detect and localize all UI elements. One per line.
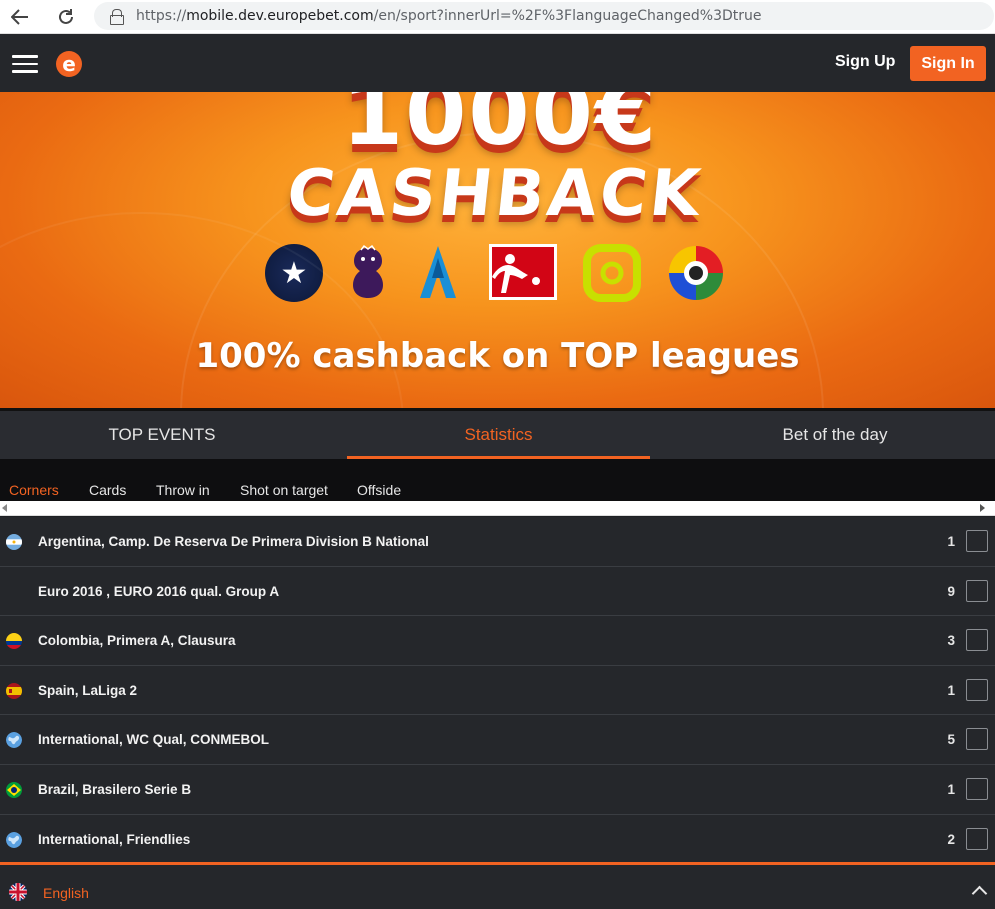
league-row[interactable]: Argentina, Camp. De Reserva De Primera D… <box>0 517 995 567</box>
back-arrow-icon[interactable] <box>2 0 38 34</box>
league-checkbox[interactable] <box>966 579 988 602</box>
league-name: International, WC Qual, CONMEBOL <box>38 732 270 748</box>
main-tabs: TOP EVENTS Statistics Bet of the day <box>0 408 995 459</box>
league-checkbox[interactable] <box>966 678 988 701</box>
league-checkbox[interactable] <box>966 777 988 800</box>
league-row[interactable]: International, WC Qual, CONMEBOL 5 <box>0 715 995 765</box>
ligue-1-logo <box>583 244 641 302</box>
league-checkbox[interactable] <box>966 728 988 751</box>
chevron-up-icon[interactable] <box>971 885 988 902</box>
scroll-right-arrow-icon[interactable] <box>980 504 985 512</box>
europebet-logo[interactable]: e <box>56 51 82 77</box>
scroll-left-arrow-icon[interactable] <box>2 504 7 512</box>
league-count: 5 <box>947 732 955 748</box>
horizontal-scrollbar[interactable] <box>0 501 995 516</box>
league-name: Euro 2016 , EURO 2016 qual. Group A <box>38 583 280 599</box>
sign-up-button[interactable]: Sign Up <box>835 53 895 71</box>
league-count: 1 <box>947 781 955 797</box>
league-count: 3 <box>947 633 955 649</box>
colombia-flag-icon <box>6 633 22 650</box>
statistics-sub-tabs: Corners Cards Throw in Shot on target Of… <box>0 459 995 501</box>
banner-tagline: 100% cashback on TOP leagues <box>195 336 800 376</box>
sub-tab-throw-in[interactable]: Throw in <box>156 482 210 498</box>
tab-statistics[interactable]: Statistics <box>347 411 650 459</box>
bundesliga-logo <box>489 244 557 300</box>
league-name: Colombia, Primera A, Clausura <box>38 633 236 649</box>
uk-flag-icon <box>9 883 27 901</box>
league-name: Spain, LaLiga 2 <box>38 682 138 698</box>
tab-bet-of-the-day[interactable]: Bet of the day <box>675 411 995 459</box>
league-row[interactable]: Brazil, Brasilero Serie B 1 <box>0 764 995 815</box>
league-count: 1 <box>947 682 955 698</box>
premier-league-logo <box>353 244 383 298</box>
banner-headline: CASHBACK <box>283 157 707 231</box>
league-row[interactable]: International, Friendlies 2 <box>0 814 995 865</box>
app-header: e Sign Up Sign In <box>0 34 995 92</box>
league-checkbox[interactable] <box>966 530 988 552</box>
sub-tab-shot-on-target[interactable]: Shot on target <box>240 482 328 498</box>
lock-icon <box>110 9 124 25</box>
tab-top-events[interactable]: TOP EVENTS <box>0 411 324 459</box>
sub-tab-cards[interactable]: Cards <box>89 482 126 498</box>
sub-tab-offside[interactable]: Offside <box>357 482 401 498</box>
league-logos: ★ <box>265 244 735 306</box>
globe-icon <box>6 732 22 749</box>
laliga-logo <box>669 246 723 300</box>
brazil-flag-icon <box>6 781 22 798</box>
league-list: Argentina, Camp. De Reserva De Primera D… <box>0 517 995 865</box>
banner-amount: 1000€ <box>341 92 659 165</box>
address-bar[interactable]: https://mobile.dev.europebet.com/en/spor… <box>94 2 994 30</box>
argentina-flag-icon <box>6 534 22 550</box>
url-text: https://mobile.dev.europebet.com/en/spor… <box>136 8 762 24</box>
language-label: English <box>43 885 89 901</box>
league-checkbox[interactable] <box>966 827 988 850</box>
reload-icon[interactable] <box>48 0 84 34</box>
hamburger-menu-icon[interactable] <box>12 55 38 73</box>
league-name: Argentina, Camp. De Reserva De Primera D… <box>38 534 429 549</box>
sub-tab-corners[interactable]: Corners <box>9 482 59 498</box>
sign-in-button[interactable]: Sign In <box>910 46 986 81</box>
promo-banner[interactable]: 1000€ CASHBACK ★ 100% cashback on TOP le… <box>0 92 995 408</box>
league-name: International, Friendlies <box>38 831 191 847</box>
league-name: Brazil, Brasilero Serie B <box>38 781 192 797</box>
league-row[interactable]: Euro 2016 , EURO 2016 qual. Group A 9 <box>0 566 995 617</box>
league-count: 1 <box>947 534 955 549</box>
league-row[interactable]: Spain, LaLiga 2 1 <box>0 665 995 716</box>
language-selector[interactable]: English <box>0 862 995 909</box>
spain-flag-icon <box>6 682 22 699</box>
serie-a-logo <box>420 246 456 298</box>
league-checkbox[interactable] <box>966 629 988 652</box>
league-row[interactable]: Colombia, Primera A, Clausura 3 <box>0 616 995 666</box>
champions-league-logo: ★ <box>265 244 323 302</box>
browser-toolbar: https://mobile.dev.europebet.com/en/spor… <box>0 0 995 34</box>
globe-icon <box>6 831 22 848</box>
league-count: 9 <box>947 583 955 599</box>
league-count: 2 <box>947 831 955 847</box>
